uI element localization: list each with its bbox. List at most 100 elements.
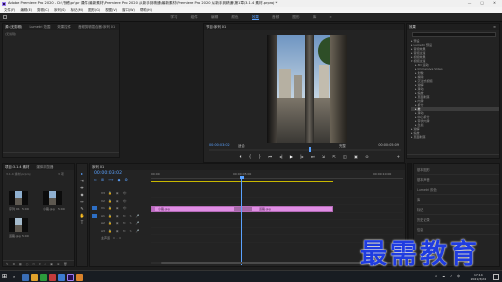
export-frame-icon[interactable]: ▣ bbox=[354, 154, 358, 159]
app-icon[interactable] bbox=[40, 273, 47, 281]
mark-out-icon[interactable]: } bbox=[259, 154, 262, 159]
play-icon[interactable]: ▶ bbox=[290, 154, 293, 159]
premiere-taskbar-icon[interactable] bbox=[67, 273, 74, 281]
tab-project[interactable]: 项目:3.1.4 素材 bbox=[5, 165, 29, 169]
transition-block[interactable] bbox=[234, 207, 252, 211]
clip-thumbnail-path[interactable] bbox=[43, 191, 62, 205]
step-back-icon[interactable]: ◂| bbox=[279, 154, 282, 159]
work-area-bar[interactable] bbox=[151, 181, 333, 183]
workspace-color[interactable]: 颜色 bbox=[231, 15, 238, 19]
tab-effect-controls[interactable]: 效果控件 bbox=[57, 25, 71, 29]
track-header-a3[interactable]: A3 🔒 ▣ M S 🎤 bbox=[92, 228, 149, 236]
timeline-ruler[interactable]: 00:00 00:00:05:00 00:00:10:00 bbox=[151, 172, 403, 179]
track-header-a1[interactable]: A1 🔒 ▣ M S 🎤 bbox=[92, 213, 149, 221]
program-video-frame[interactable] bbox=[267, 35, 347, 143]
go-to-in-icon[interactable]: ⏮ bbox=[268, 154, 272, 159]
clock[interactable]: 17:14 2021/3/24 bbox=[471, 273, 486, 282]
file-explorer-icon[interactable] bbox=[31, 273, 38, 281]
effects-search-input[interactable] bbox=[412, 32, 496, 37]
workspace-libraries[interactable]: 库 bbox=[313, 15, 317, 19]
tab-media-browser[interactable]: 媒体浏览器 bbox=[37, 165, 54, 169]
menu-window[interactable]: 窗口(W) bbox=[122, 8, 135, 12]
workspace-effects[interactable]: 效果 bbox=[251, 15, 259, 20]
menu-markers[interactable]: 标记(M) bbox=[71, 8, 83, 12]
project-toolbar[interactable]: ✎ ≣ ▦ ○ ▭ ▾ ⌕ ▣ ⊕ 🗑 bbox=[3, 260, 74, 266]
track-header-v1[interactable]: V1 🔒 ▣ 👁 bbox=[92, 205, 149, 213]
workspace-graphics[interactable]: 图形 bbox=[292, 15, 299, 19]
step-forward-icon[interactable]: |▸ bbox=[300, 154, 303, 159]
menu-graphics[interactable]: 图形(G) bbox=[88, 8, 100, 12]
panel-essential-sound[interactable]: 基本声音 bbox=[417, 176, 499, 185]
tab-sequence[interactable]: 序列 01 bbox=[92, 165, 104, 169]
search-icon[interactable]: ⌕ bbox=[13, 274, 18, 280]
clip-thumbnail-road[interactable] bbox=[9, 218, 28, 232]
menu-file[interactable]: 文件(F) bbox=[4, 8, 15, 12]
menu-view[interactable]: 视图(V) bbox=[105, 8, 117, 12]
camera-icon[interactable]: ⊙ bbox=[365, 154, 368, 159]
ripple-edit-tool-icon[interactable]: ⇼ bbox=[77, 184, 87, 191]
mark-in-icon[interactable]: { bbox=[249, 154, 252, 159]
panel-lumetri-color[interactable]: Lumetri 颜色 bbox=[417, 186, 499, 195]
razor-tool-icon[interactable]: ◆ bbox=[77, 191, 87, 198]
video-clip[interactable]: 小路.jpg 道路.jpg bbox=[151, 206, 333, 212]
workspace-audio[interactable]: 音频 bbox=[272, 15, 279, 19]
lift-icon[interactable]: ⇲ bbox=[322, 154, 325, 159]
panel-menu-icon[interactable]: ≡ bbox=[493, 24, 496, 30]
track-a2[interactable] bbox=[151, 220, 403, 228]
menu-sequence[interactable]: 序列(S) bbox=[54, 8, 66, 12]
track-header-v3[interactable]: V3 🔒 ▣ 👁 bbox=[92, 190, 149, 198]
home-icon[interactable] bbox=[3, 15, 7, 19]
track-header-master[interactable]: 主声道 0.0 bbox=[92, 235, 149, 243]
program-playhead[interactable] bbox=[309, 147, 311, 152]
menu-clip[interactable]: 剪辑(C) bbox=[37, 8, 49, 12]
pen-tool-icon[interactable]: ✎ bbox=[77, 205, 87, 212]
app-icon[interactable] bbox=[76, 273, 83, 281]
workspace-editing[interactable]: 编辑 bbox=[211, 15, 218, 19]
zoom-fit-select[interactable]: 适合 bbox=[238, 143, 245, 148]
type-tool-icon[interactable]: T bbox=[77, 219, 87, 226]
menu-edit[interactable]: 编辑(E) bbox=[20, 8, 32, 12]
track-header-a2[interactable]: A2 🔒 ▣ M S 🎤 bbox=[92, 220, 149, 228]
playhead-handle[interactable] bbox=[239, 176, 244, 179]
go-to-out-icon[interactable]: ⏭ bbox=[311, 154, 315, 159]
track-v3[interactable] bbox=[151, 190, 403, 198]
workspace-assembly[interactable]: 组件 bbox=[191, 15, 198, 19]
timeline-playhead[interactable] bbox=[241, 179, 242, 265]
compare-view-icon[interactable]: ◫ bbox=[343, 154, 347, 159]
window-controls[interactable]: — □ ✕ bbox=[468, 0, 500, 7]
track-v2[interactable] bbox=[151, 198, 403, 205]
panel-libraries[interactable]: 库 bbox=[417, 196, 499, 205]
workspace-more-button[interactable]: » bbox=[329, 15, 331, 19]
track-v1[interactable]: 小路.jpg 道路.jpg bbox=[151, 205, 403, 213]
panel-essential-graphics[interactable]: 基本图形 bbox=[417, 166, 499, 175]
marker-icon[interactable]: ⏴ bbox=[239, 154, 241, 159]
extract-icon[interactable]: ⇱ bbox=[332, 154, 335, 159]
timeline-toggle-icons[interactable]: ⊂ ⊞ ⟿ ◆ ⚙ bbox=[94, 178, 129, 182]
selection-tool-icon[interactable]: ▸ bbox=[77, 170, 87, 177]
tab-lumetri-scopes[interactable]: Lumetri 范围 bbox=[29, 25, 50, 29]
track-select-tool-icon[interactable]: ⇥ bbox=[77, 177, 87, 184]
panel-history[interactable]: 历史记录 bbox=[417, 216, 499, 225]
panel-markers[interactable]: 标记 bbox=[417, 206, 499, 215]
button-editor-button[interactable]: + bbox=[397, 154, 400, 159]
menu-help[interactable]: 帮助(H) bbox=[140, 8, 152, 12]
tab-program[interactable]: 节目:序列 01 bbox=[206, 25, 226, 29]
program-scrub-bar[interactable] bbox=[209, 147, 401, 152]
task-view-icon[interactable] bbox=[22, 273, 29, 281]
app-icon[interactable] bbox=[49, 273, 56, 281]
playback-resolution-select[interactable]: 完整 bbox=[339, 143, 346, 148]
system-tray[interactable]: ∧ ☁ ♪ 中 bbox=[435, 274, 462, 278]
track-a1[interactable] bbox=[151, 213, 403, 220]
track-header-v2[interactable]: V2 🔒 ▣ 👁 bbox=[92, 198, 149, 206]
tab-effects[interactable]: 效果 bbox=[409, 25, 416, 29]
program-current-timecode[interactable]: 00:00:03:02 bbox=[209, 143, 230, 147]
tab-source[interactable]: 源:(无剪辑) bbox=[5, 25, 22, 29]
workspace-learn[interactable]: 学习 bbox=[170, 15, 177, 19]
slip-tool-icon[interactable]: ↔ bbox=[77, 198, 87, 205]
clip-thumbnail-sequence[interactable] bbox=[9, 191, 28, 205]
effects-tree-item[interactable]: ▸ 页面剥落 bbox=[411, 135, 499, 139]
timeline-timecode[interactable]: 00:00:03:02 bbox=[94, 171, 122, 176]
browser-icon[interactable] bbox=[58, 273, 65, 281]
windows-start-icon[interactable]: ⊞ bbox=[2, 274, 8, 280]
hand-tool-icon[interactable]: ✋ bbox=[77, 212, 87, 219]
